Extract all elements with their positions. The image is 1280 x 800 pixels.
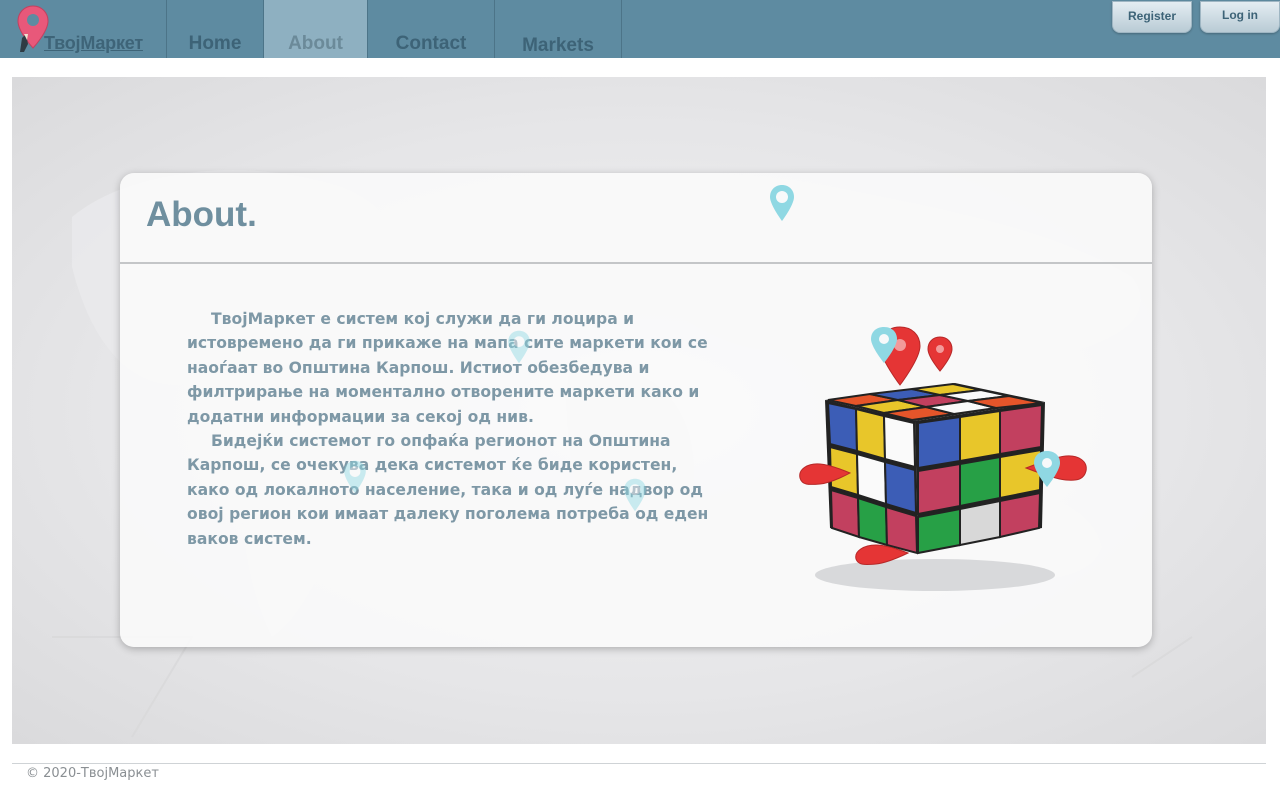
title-divider	[120, 262, 1152, 264]
top-navbar: ТвојМаркет Home About Contact Markets Re…	[0, 0, 1280, 58]
map-pin-icon	[508, 330, 530, 364]
about-title: About.	[146, 195, 257, 234]
about-card: About. ТвојМаркет е систем кој служи да …	[120, 173, 1152, 647]
brand-name: ТвојМаркет	[44, 33, 143, 53]
footer-copyright: © 2020-ТвојМаркет	[26, 766, 159, 781]
nav-contact-label: Contact	[395, 33, 467, 54]
login-button[interactable]: Log in	[1200, 1, 1280, 33]
map-pin-icon	[770, 185, 794, 221]
about-paragraph: ТвојМаркет е систем кој служи да ги лоци…	[187, 310, 708, 426]
footer-divider	[12, 763, 1266, 764]
map-pin-icon	[344, 460, 366, 494]
rubiks-cube-illustration	[799, 326, 1087, 591]
nav-home[interactable]: Home	[167, 0, 264, 58]
nav-home-label: Home	[188, 33, 242, 54]
hero-banner: About. ТвојМаркет е систем кој служи да …	[12, 77, 1266, 744]
nav-contact[interactable]: Contact	[368, 0, 495, 58]
nav-about[interactable]: About	[264, 0, 368, 58]
nav-markets-label: Markets	[522, 35, 594, 56]
about-text: ТвојМаркет е систем кој служи да ги лоци…	[187, 307, 722, 551]
brand-logo[interactable]: ТвојМаркет	[0, 0, 167, 58]
nav-about-label: About	[288, 33, 343, 54]
nav-markets[interactable]: Markets	[495, 0, 622, 58]
register-button[interactable]: Register	[1112, 1, 1192, 33]
map-pin-icon	[624, 478, 646, 512]
